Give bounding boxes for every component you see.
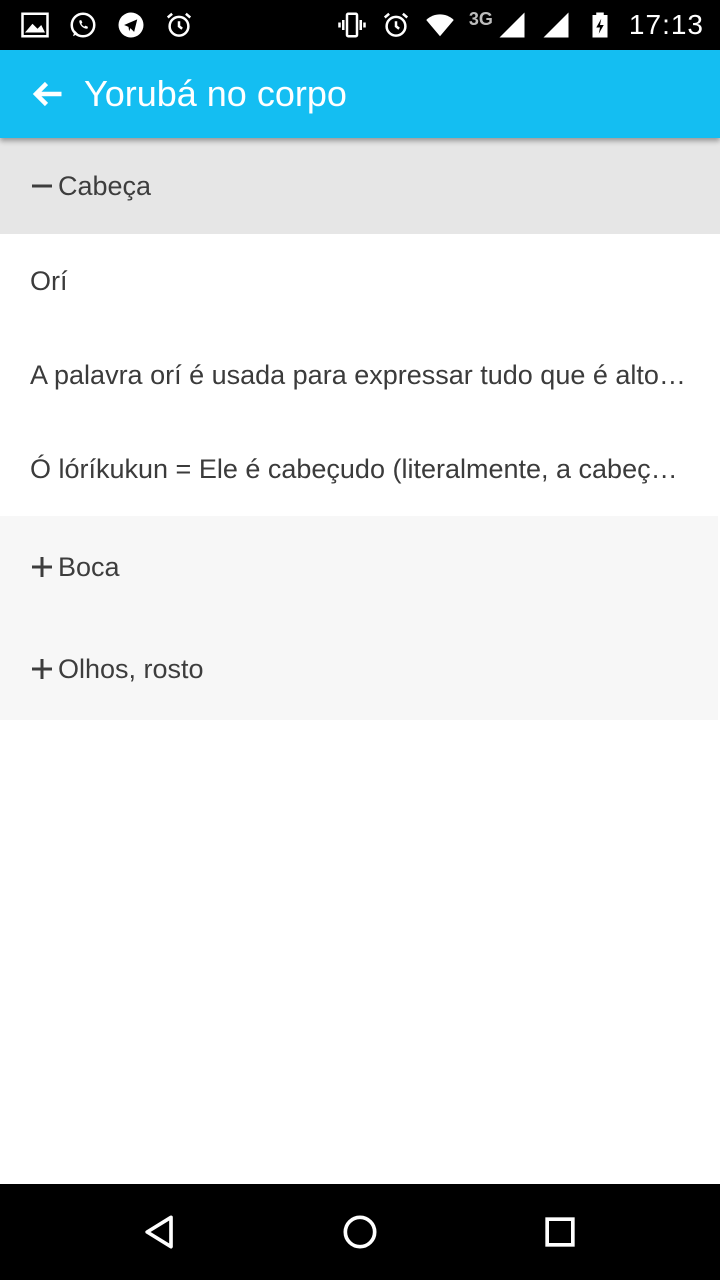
- group-header-cabeca[interactable]: Cabeça: [0, 138, 720, 234]
- arrow-left-icon: [32, 81, 62, 107]
- signal-icon: [541, 10, 571, 40]
- group-label: Boca: [58, 551, 120, 582]
- status-bar: 3G 17:13: [0, 0, 720, 50]
- navigation-bar: [0, 1184, 720, 1280]
- network-type: 3G: [468, 8, 493, 29]
- nav-back-button[interactable]: [136, 1208, 184, 1256]
- battery-charging-icon: [585, 10, 615, 40]
- plus-icon: [30, 556, 54, 578]
- back-triangle-icon: [145, 1215, 173, 1249]
- whatsapp-icon: [68, 10, 98, 40]
- alarm-icon: [164, 10, 194, 40]
- group-header-olhos-rosto[interactable]: Olhos, rosto: [0, 618, 718, 720]
- back-button[interactable]: [22, 68, 74, 120]
- list-item[interactable]: Orí: [0, 234, 720, 328]
- alarm-icon: [381, 10, 411, 40]
- expandable-list: Cabeça Orí A palavra orí é usada para ex…: [0, 138, 720, 720]
- list-item[interactable]: Ó lóríkukun = Ele é cabeçudo (literalmen…: [0, 422, 720, 516]
- app-bar: Yorubá no corpo: [0, 50, 720, 138]
- system-icons: 3G 17:13: [337, 8, 704, 42]
- telegram-icon: [116, 10, 146, 40]
- vibrate-icon: [337, 10, 367, 40]
- child-list: Orí A palavra orí é usada para expressar…: [0, 234, 720, 516]
- collapsed-groups: Boca Olhos, rosto: [0, 516, 718, 720]
- list-item-text: Orí: [30, 265, 68, 296]
- home-circle-icon: [343, 1215, 377, 1249]
- gallery-icon: [20, 10, 50, 40]
- plus-icon: [30, 658, 54, 680]
- list-item-text: A palavra orí é usada para expressar tud…: [30, 359, 692, 390]
- clock: 17:13: [628, 9, 704, 40]
- list-item[interactable]: A palavra orí é usada para expressar tud…: [0, 328, 720, 422]
- signal-icon: [497, 10, 527, 40]
- wifi-icon: [425, 10, 455, 40]
- group-header-boca[interactable]: Boca: [0, 516, 718, 618]
- group-label: Cabeça: [58, 170, 152, 201]
- page-title: Yorubá no corpo: [84, 73, 347, 114]
- list-item-text: Ó lóríkukun = Ele é cabeçudo (literalmen…: [30, 453, 692, 484]
- minus-icon: [30, 175, 54, 197]
- notification-icons: [20, 8, 194, 42]
- nav-recents-button[interactable]: [536, 1208, 584, 1256]
- nav-home-button[interactable]: [336, 1208, 384, 1256]
- group-label: Olhos, rosto: [58, 653, 204, 684]
- recents-square-icon: [545, 1217, 575, 1247]
